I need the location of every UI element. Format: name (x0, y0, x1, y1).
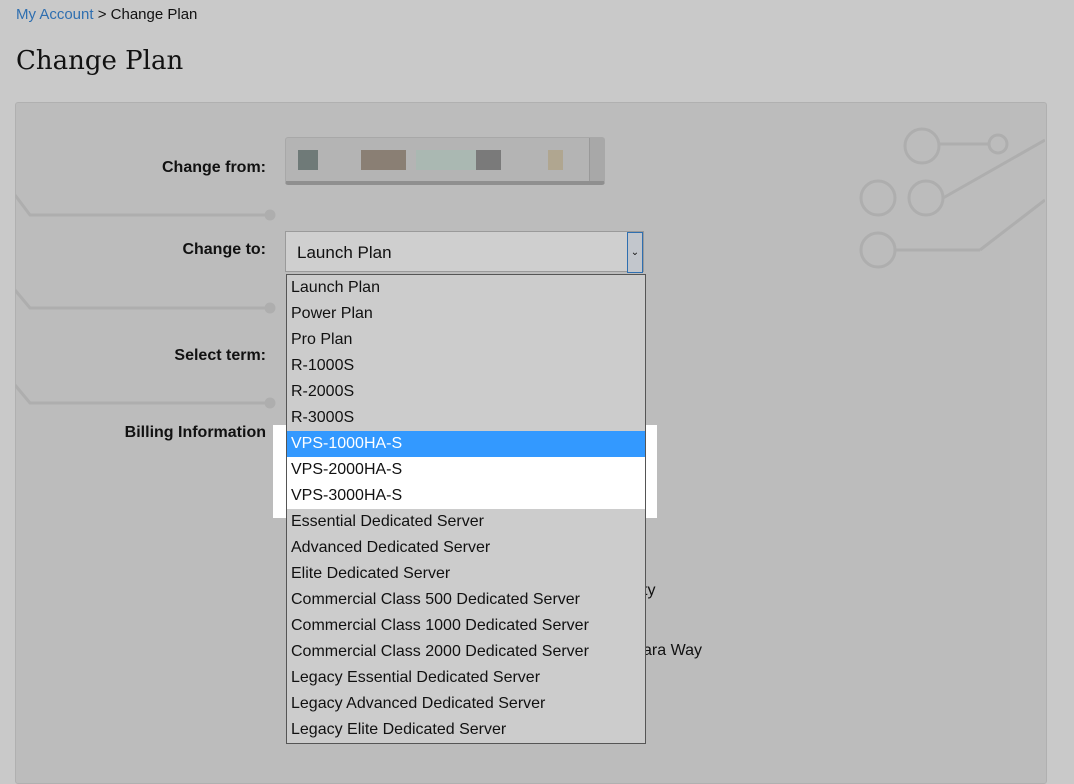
option-r-2000s[interactable]: R-2000S (287, 379, 645, 405)
select-term-label: Select term: (174, 347, 266, 364)
option-legacy-essential[interactable]: Legacy Essential Dedicated Server (287, 665, 645, 691)
breadcrumb-separator: > (93, 6, 111, 23)
option-legacy-advanced[interactable]: Legacy Advanced Dedicated Server (287, 691, 645, 717)
option-commercial-2000[interactable]: Commercial Class 2000 Dedicated Server (287, 639, 645, 665)
redacted-text (361, 150, 406, 170)
option-vps-3000ha-s[interactable]: VPS-3000HA-S (287, 483, 645, 509)
hidden-text-fragment: ara Way (643, 642, 702, 659)
change-to-dropdown-list[interactable]: Launch Plan Power Plan Pro Plan R-1000S … (286, 274, 646, 744)
option-pro-plan[interactable]: Pro Plan (287, 327, 645, 353)
redacted-text (416, 150, 476, 170)
chevron-down-icon[interactable]: ⌄ (627, 232, 643, 273)
option-launch-plan[interactable]: Launch Plan (287, 275, 645, 301)
redacted-text (298, 150, 318, 170)
change-to-select[interactable]: Launch Plan ⌄ (285, 231, 644, 273)
change-from-label: Change from: (162, 159, 266, 176)
billing-information-label: Billing Information (124, 424, 266, 441)
change-to-value: Launch Plan (297, 243, 392, 262)
option-r-3000s[interactable]: R-3000S (287, 405, 645, 431)
option-power-plan[interactable]: Power Plan (287, 301, 645, 327)
circuit-decoration-icon (859, 127, 1045, 269)
option-vps-2000ha-s[interactable]: VPS-2000HA-S (287, 457, 645, 483)
option-vps-1000ha-s[interactable]: VPS-1000HA-S (287, 431, 645, 457)
chevron-down-icon (589, 138, 604, 181)
redacted-text (476, 150, 501, 170)
option-elite-dedicated[interactable]: Elite Dedicated Server (287, 561, 645, 587)
change-to-label: Change to: (182, 241, 266, 258)
option-r-1000s[interactable]: R-1000S (287, 353, 645, 379)
breadcrumb-current: Change Plan (110, 6, 198, 23)
redacted-text (548, 150, 563, 170)
option-legacy-elite[interactable]: Legacy Elite Dedicated Server (287, 717, 645, 743)
option-essential-dedicated[interactable]: Essential Dedicated Server (287, 509, 645, 535)
option-commercial-1000[interactable]: Commercial Class 1000 Dedicated Server (287, 613, 645, 639)
breadcrumb-my-account-link[interactable]: My Account (16, 6, 94, 23)
page-title: Change Plan (16, 46, 184, 76)
option-commercial-500[interactable]: Commercial Class 500 Dedicated Server (287, 587, 645, 613)
circuit-lines-icon (15, 194, 276, 409)
option-advanced-dedicated[interactable]: Advanced Dedicated Server (287, 535, 645, 561)
change-from-select[interactable] (285, 137, 605, 185)
breadcrumb: My Account > Change Plan (16, 6, 197, 23)
